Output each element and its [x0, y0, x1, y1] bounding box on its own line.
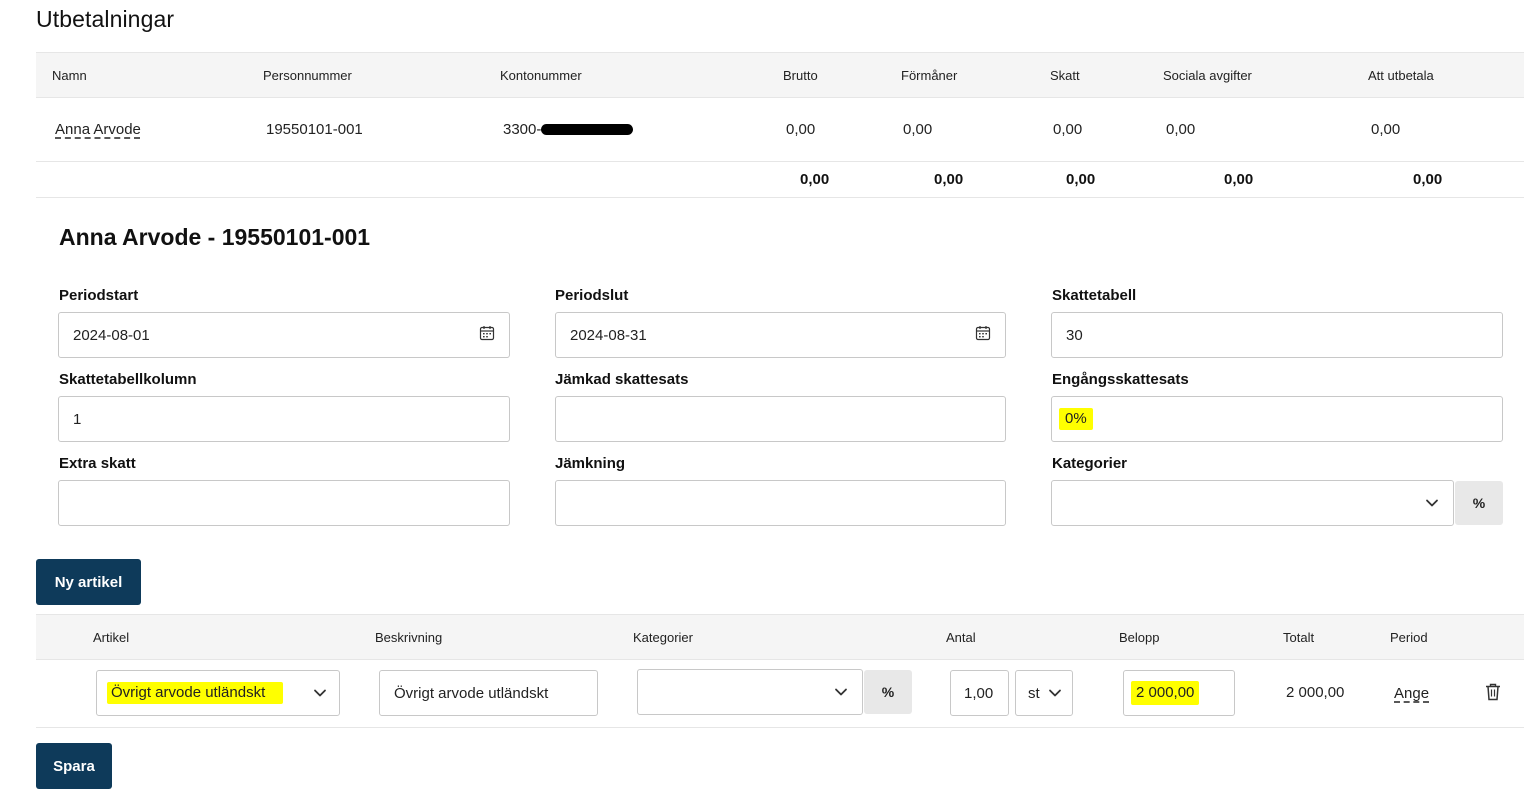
total-sociala: 0,00	[1224, 171, 1254, 188]
total-brutto: 0,00	[800, 171, 830, 188]
kategorier-select[interactable]	[1051, 480, 1454, 526]
col-personnummer: Personnummer	[263, 68, 352, 83]
enhet-select[interactable]: st	[1015, 670, 1073, 716]
chevron-down-icon	[1426, 499, 1438, 507]
table-row: Anna Arvode 19550101-001 3300- 0,00 0,00…	[36, 98, 1524, 162]
extra-skatt-label: Extra skatt	[59, 455, 136, 472]
antal-value: 1,00	[964, 684, 994, 702]
engangsskattesats-field[interactable]: 0%	[1051, 396, 1503, 442]
save-button[interactable]: Spara	[36, 743, 112, 789]
jamkning-field[interactable]	[555, 480, 1006, 526]
periodstart-value: 2024-08-01	[73, 326, 150, 344]
kategori-percent-button[interactable]: %	[864, 670, 912, 714]
beskrivning-value: Övrigt arvode utländskt	[394, 684, 549, 702]
belopp-value: 2 000,00	[1131, 681, 1200, 705]
redacted-mark	[541, 123, 634, 135]
chevron-down-icon	[835, 688, 847, 696]
beskrivning-field[interactable]: Övrigt arvode utländskt	[379, 670, 598, 716]
page-title: Utbetalningar	[36, 6, 175, 32]
periodstart-field[interactable]: 2024-08-01	[58, 312, 510, 358]
calendar-icon[interactable]	[479, 325, 495, 341]
periodslut-field[interactable]: 2024-08-31	[555, 312, 1006, 358]
total-formaner: 0,00	[934, 171, 964, 188]
personnummer-value: 19550101-001	[266, 121, 363, 138]
col-sociala-avgifter: Sociala avgifter	[1163, 68, 1252, 83]
skatt-value: 0,00	[1053, 121, 1083, 138]
periodslut-label: Periodslut	[555, 287, 629, 304]
new-article-button[interactable]: Ny artikel	[36, 559, 141, 605]
kategorier-label: Kategorier	[1052, 455, 1128, 472]
att-utbetala-value: 0,00	[1371, 121, 1401, 138]
col-namn: Namn	[52, 68, 87, 83]
col-totalt: Totalt	[1283, 630, 1315, 645]
col-artikel: Artikel	[93, 630, 130, 645]
formaner-value: 0,00	[903, 121, 933, 138]
payments-totals-row: 0,00 0,00 0,00 0,00 0,00	[36, 162, 1524, 198]
engangsskattesats-label: Engångsskattesats	[1052, 371, 1189, 388]
chevron-down-icon	[314, 689, 326, 697]
artikel-value: Övrigt arvode utländskt	[107, 682, 284, 704]
calendar-icon[interactable]	[975, 325, 991, 341]
periodslut-value: 2024-08-31	[570, 326, 647, 344]
total-att-utbetala: 0,00	[1413, 171, 1443, 188]
skattetabell-label: Skattetabell	[1052, 287, 1137, 304]
brutto-value: 0,00	[786, 121, 816, 138]
col-brutto: Brutto	[783, 68, 818, 83]
antal-field[interactable]: 1,00	[950, 670, 1009, 716]
col-att-utbetala: Att utbetala	[1368, 68, 1434, 83]
sociala-value: 0,00	[1166, 121, 1196, 138]
skattetabellkolumn-label: Skattetabellkolumn	[59, 371, 197, 388]
col-kontonummer: Kontonummer	[500, 68, 582, 83]
totalt-value: 2 000,00	[1286, 684, 1345, 701]
articles-table-header: Artikel Beskrivning Kategorier Antal Bel…	[36, 614, 1524, 660]
jamkning-label: Jämkning	[555, 455, 626, 472]
employee-name-link[interactable]: Anna Arvode	[55, 121, 141, 138]
skattetabell-value: 30	[1066, 326, 1083, 344]
payments-table-header: Namn Personnummer Kontonummer Brutto För…	[36, 52, 1524, 98]
period-link[interactable]: Ange	[1394, 685, 1429, 702]
skattetabell-field[interactable]: 30	[1051, 312, 1503, 358]
col-formaner: Förmåner	[901, 68, 958, 83]
belopp-field[interactable]: 2 000,00	[1123, 670, 1235, 716]
col-antal: Antal	[946, 630, 976, 645]
jamkad-skattesats-label: Jämkad skattesats	[555, 371, 689, 388]
col-beskrivning: Beskrivning	[375, 630, 443, 645]
kategori-select[interactable]	[637, 669, 863, 715]
chevron-down-icon	[1049, 689, 1061, 697]
periodstart-label: Periodstart	[59, 287, 139, 304]
col-belopp: Belopp	[1119, 630, 1160, 645]
col-skatt: Skatt	[1050, 68, 1080, 83]
extra-skatt-field[interactable]	[58, 480, 510, 526]
kategorier-percent-button[interactable]: %	[1455, 481, 1503, 525]
total-skatt: 0,00	[1066, 171, 1096, 188]
skattetabellkolumn-field[interactable]: 1	[58, 396, 510, 442]
skattetabellkolumn-value: 1	[73, 410, 82, 428]
artikel-select[interactable]: Övrigt arvode utländskt	[96, 670, 340, 716]
trash-icon[interactable]	[1485, 683, 1501, 701]
kontonummer-prefix: 3300-	[503, 121, 542, 138]
engangsskattesats-value: 0%	[1059, 408, 1093, 430]
table-row: Övrigt arvode utländskt Övrigt arvode ut…	[36, 660, 1524, 728]
col-period: Period	[1390, 630, 1428, 645]
col-kategorier: Kategorier	[633, 630, 693, 645]
employee-title: Anna Arvode - 19550101-001	[59, 224, 371, 250]
enhet-value: st	[1028, 684, 1040, 702]
jamkad-skattesats-field[interactable]	[555, 396, 1006, 442]
kontonummer-value: 3300-	[503, 121, 634, 138]
